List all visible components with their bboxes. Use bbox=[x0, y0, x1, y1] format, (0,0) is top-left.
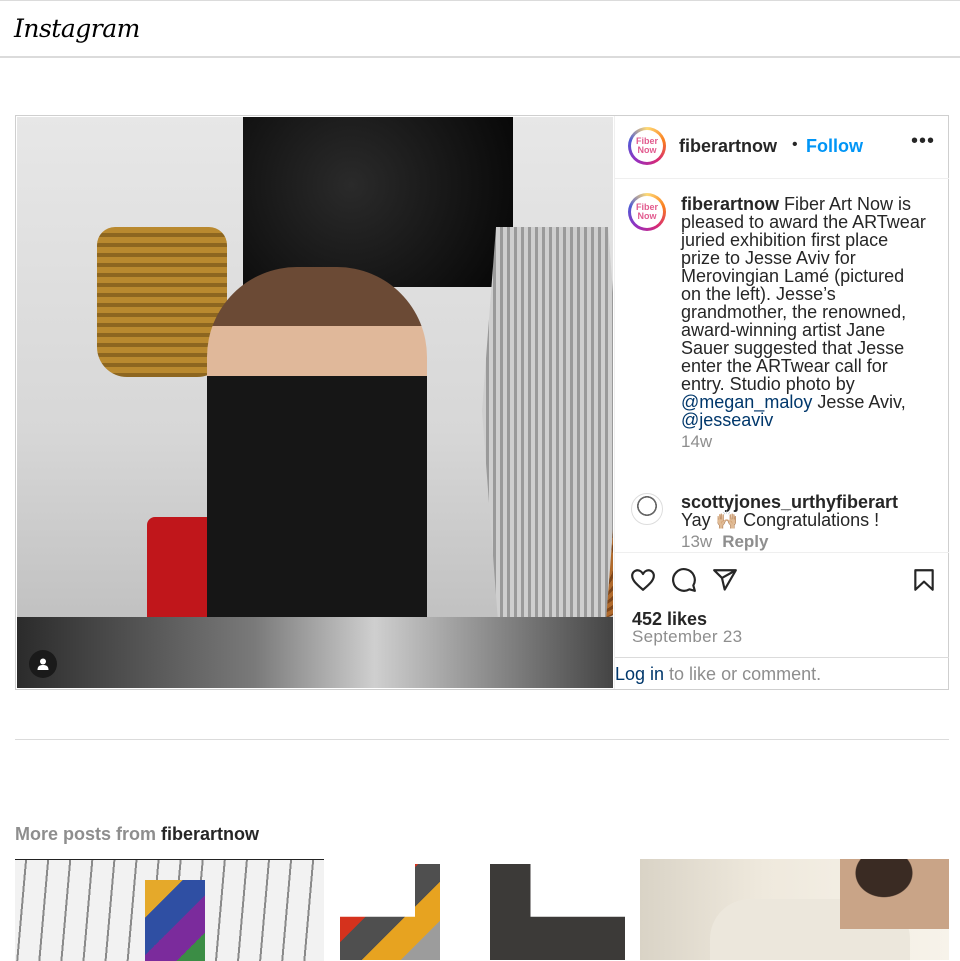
thumbnail-portrait bbox=[840, 859, 949, 929]
post-actions: 452 likes September 23 bbox=[615, 552, 949, 658]
thumbnail-patchwork bbox=[145, 880, 205, 961]
login-prompt-text: to like or comment. bbox=[664, 664, 822, 684]
caption-avatar[interactable]: Fiber Now bbox=[628, 193, 666, 231]
comment-meta: 13w Reply bbox=[681, 533, 941, 551]
login-prompt: Log in to like or comment. bbox=[615, 657, 949, 690]
comment-timestamp[interactable]: 13w bbox=[681, 532, 712, 551]
comment-username[interactable]: scottyjones_urthyfiberart bbox=[681, 493, 941, 511]
caption-timestamp[interactable]: 14w bbox=[681, 433, 926, 451]
post-card: Fiber Now fiberartnow • Follow ••• Fiber… bbox=[15, 115, 949, 690]
image-backdrop bbox=[243, 117, 513, 287]
comment: scottyjones_urthyfiberart Yay 🙌🏼 Congrat… bbox=[681, 493, 941, 551]
caption-body-2: Jesse Aviv, bbox=[812, 392, 906, 412]
avatar-label: Fiber Now bbox=[631, 130, 663, 162]
bookmark-icon[interactable] bbox=[911, 567, 937, 593]
comment-icon[interactable] bbox=[671, 567, 697, 593]
more-post-thumbnail[interactable] bbox=[15, 859, 324, 961]
user-tag-icon[interactable] bbox=[29, 650, 57, 678]
more-posts-heading: More posts from fiberartnow bbox=[15, 824, 259, 845]
post-header: Fiber Now fiberartnow • Follow ••• bbox=[615, 116, 949, 179]
comment-text: Yay 🙌🏼 Congratulations ! bbox=[681, 510, 880, 530]
share-icon[interactable] bbox=[712, 567, 738, 593]
more-post-thumbnail[interactable] bbox=[640, 859, 949, 960]
more-post-thumbnail[interactable] bbox=[328, 859, 637, 960]
account-name[interactable]: fiberartnow bbox=[679, 136, 777, 157]
heart-icon[interactable] bbox=[630, 567, 656, 593]
post-sidebar: Fiber Now fiberartnow • Follow ••• Fiber… bbox=[614, 116, 949, 689]
follow-button[interactable]: Follow bbox=[806, 136, 863, 157]
mention-link[interactable]: @megan_maloy bbox=[681, 392, 812, 412]
post-date[interactable]: September 23 bbox=[632, 627, 742, 647]
post-image[interactable] bbox=[17, 117, 613, 688]
caption-body-1: Fiber Art Now is pleased to award the AR… bbox=[681, 194, 926, 394]
account-avatar[interactable]: Fiber Now bbox=[628, 127, 666, 165]
separator-dot: • bbox=[792, 136, 798, 153]
more-posts-username[interactable]: fiberartnow bbox=[161, 824, 259, 844]
top-bar: Instagram bbox=[0, 0, 960, 58]
reply-button[interactable]: Reply bbox=[722, 532, 768, 551]
post-caption: fiberartnow Fiber Art Now is pleased to … bbox=[681, 195, 926, 451]
mention-link[interactable]: @jesseaviv bbox=[681, 410, 773, 430]
thumbnail-dark-piece bbox=[490, 864, 625, 960]
section-divider bbox=[15, 739, 949, 740]
thumbnail-colorful-piece bbox=[340, 864, 440, 960]
commenter-avatar[interactable] bbox=[631, 493, 663, 525]
instagram-logo[interactable]: Instagram bbox=[14, 14, 140, 43]
login-link[interactable]: Log in bbox=[615, 664, 664, 684]
more-posts-prefix: More posts from bbox=[15, 824, 162, 844]
caption-avatar-label: Fiber Now bbox=[631, 196, 663, 228]
user-icon bbox=[37, 658, 49, 670]
comments-section[interactable]: Fiber Now fiberartnow Fiber Art Now is p… bbox=[615, 179, 949, 551]
caption-username[interactable]: fiberartnow bbox=[681, 194, 779, 214]
more-options-icon[interactable]: ••• bbox=[911, 130, 935, 153]
image-floor bbox=[17, 617, 613, 688]
